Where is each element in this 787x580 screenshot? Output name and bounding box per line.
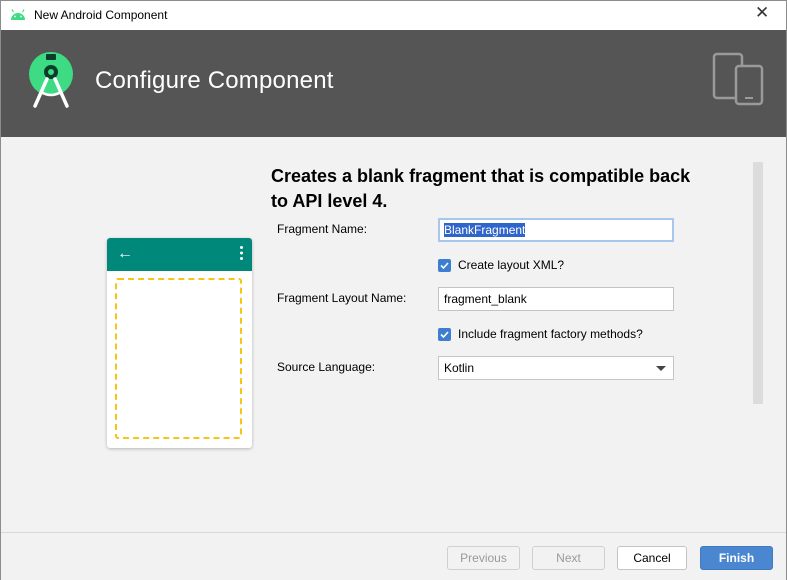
more-vert-icon [240, 246, 243, 260]
cancel-button[interactable]: Cancel [617, 546, 687, 570]
finish-button[interactable]: Finish [700, 546, 773, 570]
fragment-placeholder [115, 278, 242, 439]
android-studio-logo-icon [29, 52, 73, 108]
fragment-name-label: Fragment Name: [277, 222, 368, 236]
fragment-layout-name-field[interactable]: fragment_blank [438, 287, 674, 311]
page-title: Configure Component [95, 67, 334, 94]
fragment-layout-name-label: Fragment Layout Name: [277, 291, 407, 305]
fragment-name-value: BlankFragment [444, 223, 526, 237]
close-icon[interactable]: ✕ [755, 4, 769, 21]
fragment-preview: ← [107, 238, 252, 448]
window-title: New Android Component [34, 8, 168, 22]
previous-button[interactable]: Previous [447, 546, 520, 570]
dialog-footer: Previous Next Cancel Finish [1, 532, 786, 580]
header-banner: Configure Component [1, 30, 786, 137]
source-language-value: Kotlin [444, 361, 475, 375]
fragment-name-field[interactable]: BlankFragment [438, 218, 674, 242]
preview-app-bar: ← [107, 238, 252, 271]
android-icon [11, 9, 25, 20]
checkbox-checked[interactable] [438, 327, 451, 341]
source-language-select[interactable]: Kotlin [438, 356, 674, 380]
checkmark-icon [440, 330, 449, 338]
dialog-window: New Android Component ✕ Configure Compon… [0, 0, 787, 580]
title-bar: New Android Component ✕ [1, 1, 786, 30]
chevron-down-icon [656, 366, 666, 371]
create-layout-xml-checkbox[interactable]: Create layout XML? [438, 258, 564, 272]
devices-icon [712, 52, 764, 106]
include-factory-methods-label: Include fragment factory methods? [458, 327, 643, 341]
component-description: Creates a blank fragment that is compati… [271, 166, 691, 211]
create-layout-xml-label: Create layout XML? [458, 258, 565, 272]
checkmark-icon [440, 261, 449, 269]
checkbox-checked[interactable] [438, 258, 451, 272]
next-button[interactable]: Next [532, 546, 605, 570]
vertical-scrollbar[interactable] [753, 162, 763, 404]
source-language-label: Source Language: [277, 360, 376, 374]
content-area: Creates a blank fragment that is compati… [1, 137, 786, 532]
include-factory-methods-checkbox[interactable]: Include fragment factory methods? [438, 327, 643, 341]
arrow-back-icon: ← [117, 245, 133, 262]
